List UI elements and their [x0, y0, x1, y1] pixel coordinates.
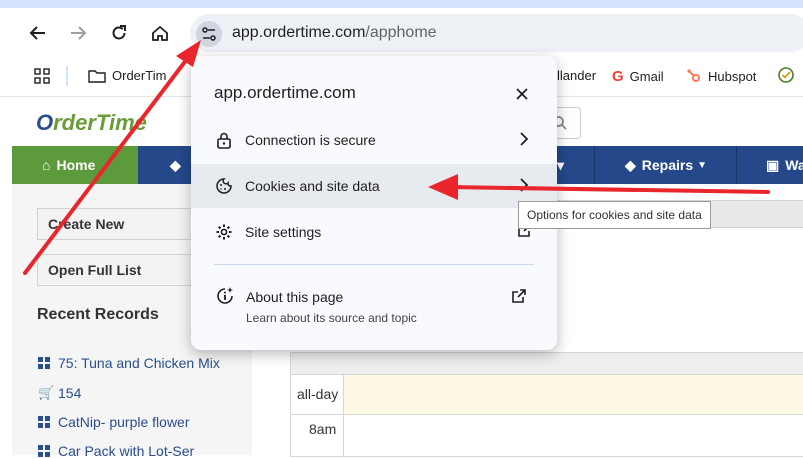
recent-records-title: Recent Records: [37, 306, 159, 323]
time-8am-label: 8am: [309, 421, 337, 437]
recent-record-item[interactable]: CatNip- purple flower: [38, 414, 190, 430]
create-new-label: Create New: [48, 216, 125, 232]
tune-icon: [202, 27, 216, 41]
nav-home-label: Home: [56, 157, 96, 173]
box-icon: ▣: [766, 156, 780, 173]
home-button[interactable]: [146, 19, 174, 47]
recent-record-label: 154: [58, 385, 82, 401]
about-open-external-button[interactable]: [511, 288, 527, 309]
nav-separator: [736, 146, 737, 184]
close-icon: [516, 88, 528, 100]
cookies-site-data-row[interactable]: Cookies and site data: [191, 164, 557, 208]
bookmarks-divider: [66, 66, 68, 86]
bookmark-label: Gmail: [629, 69, 664, 84]
cookie-icon: [216, 178, 232, 194]
cart-icon: 🛒: [38, 385, 55, 400]
home-icon: ⌂: [42, 157, 51, 173]
grid-icon: [38, 357, 50, 369]
recent-record-item[interactable]: 🛒 154: [38, 385, 81, 401]
nav-home[interactable]: ⌂ Home: [12, 146, 138, 184]
chevron-right-icon: [520, 132, 529, 146]
recent-record-label: Car Pack with Lot-Ser: [58, 443, 195, 459]
nav-separator: [594, 146, 595, 184]
cookies-site-data-label: Cookies and site data: [245, 178, 380, 194]
recent-record-label: 75: Tuna and Chicken Mix: [58, 355, 220, 371]
grid-icon: [38, 445, 50, 457]
home-icon: [152, 25, 168, 41]
bookmark-gmail[interactable]: G Gmail: [612, 68, 664, 85]
today-column-cell[interactable]: [343, 375, 803, 415]
wrench-icon: ◆: [625, 156, 636, 173]
folder-icon: [88, 69, 106, 83]
about-page-subtitle: Learn about its source and topic: [246, 311, 417, 325]
url-host: app.ordertime.com: [232, 24, 366, 41]
forward-button[interactable]: [64, 19, 92, 47]
page-info-icon: [215, 286, 235, 311]
check-icon[interactable]: [778, 67, 794, 88]
nav-repairs-label: Repairs: [641, 157, 694, 173]
back-button[interactable]: [24, 19, 52, 47]
calendar-8am-row[interactable]: 8am: [290, 414, 803, 457]
tag-icon[interactable]: ◆: [170, 146, 181, 184]
calendar-header-row: [290, 352, 803, 376]
apps-icon[interactable]: [34, 68, 50, 89]
nav-warehouse[interactable]: ▣ Wa: [766, 146, 803, 184]
lock-icon: [217, 132, 231, 149]
bookmark-label: Hubspot: [708, 68, 757, 84]
connection-secure-row[interactable]: Connection is secure: [191, 118, 557, 162]
hubspot-icon: [687, 69, 700, 82]
site-settings-row[interactable]: Site settings: [191, 210, 557, 254]
recent-record-item[interactable]: 75: Tuna and Chicken Mix: [38, 355, 220, 371]
bookmark-label: llander: [557, 68, 597, 83]
url-path: /apphome: [365, 24, 437, 41]
nav-repairs[interactable]: ◆ Repairs ▼: [625, 146, 707, 184]
open-external-icon: [512, 289, 526, 303]
about-page-title[interactable]: About this page: [246, 289, 343, 305]
open-full-list-button[interactable]: Open Full List: [37, 254, 217, 286]
ordertime-logo[interactable]: OrderTime: [36, 110, 147, 136]
tab-strip: [0, 0, 803, 8]
chevron-right-icon: [520, 178, 529, 192]
recent-record-label: CatNip- purple flower: [58, 414, 190, 430]
create-new-button[interactable]: Create New: [37, 208, 217, 240]
recent-record-item[interactable]: Car Pack with Lot-Ser: [38, 443, 194, 459]
bookmark-hubspot[interactable]: Hubspot: [686, 68, 756, 84]
popup-divider: [214, 264, 534, 265]
connection-secure-label: Connection is secure: [245, 132, 376, 148]
site-settings-label: Site settings: [245, 224, 322, 240]
calendar-gridline: [343, 415, 344, 456]
nav-dropdown-caret[interactable]: ▾: [557, 146, 564, 184]
calendar-allday-row[interactable]: all-day: [290, 374, 803, 416]
back-arrow-icon: [29, 26, 45, 40]
nav-warehouse-label: Wa: [785, 157, 803, 173]
bookmark-ordertime[interactable]: OrderTim: [88, 68, 166, 83]
grid-icon: [38, 416, 50, 428]
forward-arrow-icon: [71, 26, 87, 40]
google-icon: G: [612, 68, 624, 85]
url-text[interactable]: app.ordertime.com/apphome: [232, 24, 437, 42]
cookies-tooltip: Options for cookies and site data: [518, 201, 711, 229]
popup-title: app.ordertime.com: [214, 83, 356, 102]
bookmark-llander[interactable]: llander: [557, 68, 596, 83]
reload-button[interactable]: [105, 19, 133, 47]
chevron-down-icon: ▼: [697, 159, 708, 171]
close-button[interactable]: [510, 82, 534, 106]
allday-label: all-day: [297, 386, 339, 402]
bookmark-label: OrderTim: [112, 68, 167, 83]
open-full-list-label: Open Full List: [48, 262, 142, 278]
gear-icon: [216, 224, 232, 240]
reload-icon: [112, 25, 126, 40]
site-info-button[interactable]: [196, 21, 222, 47]
